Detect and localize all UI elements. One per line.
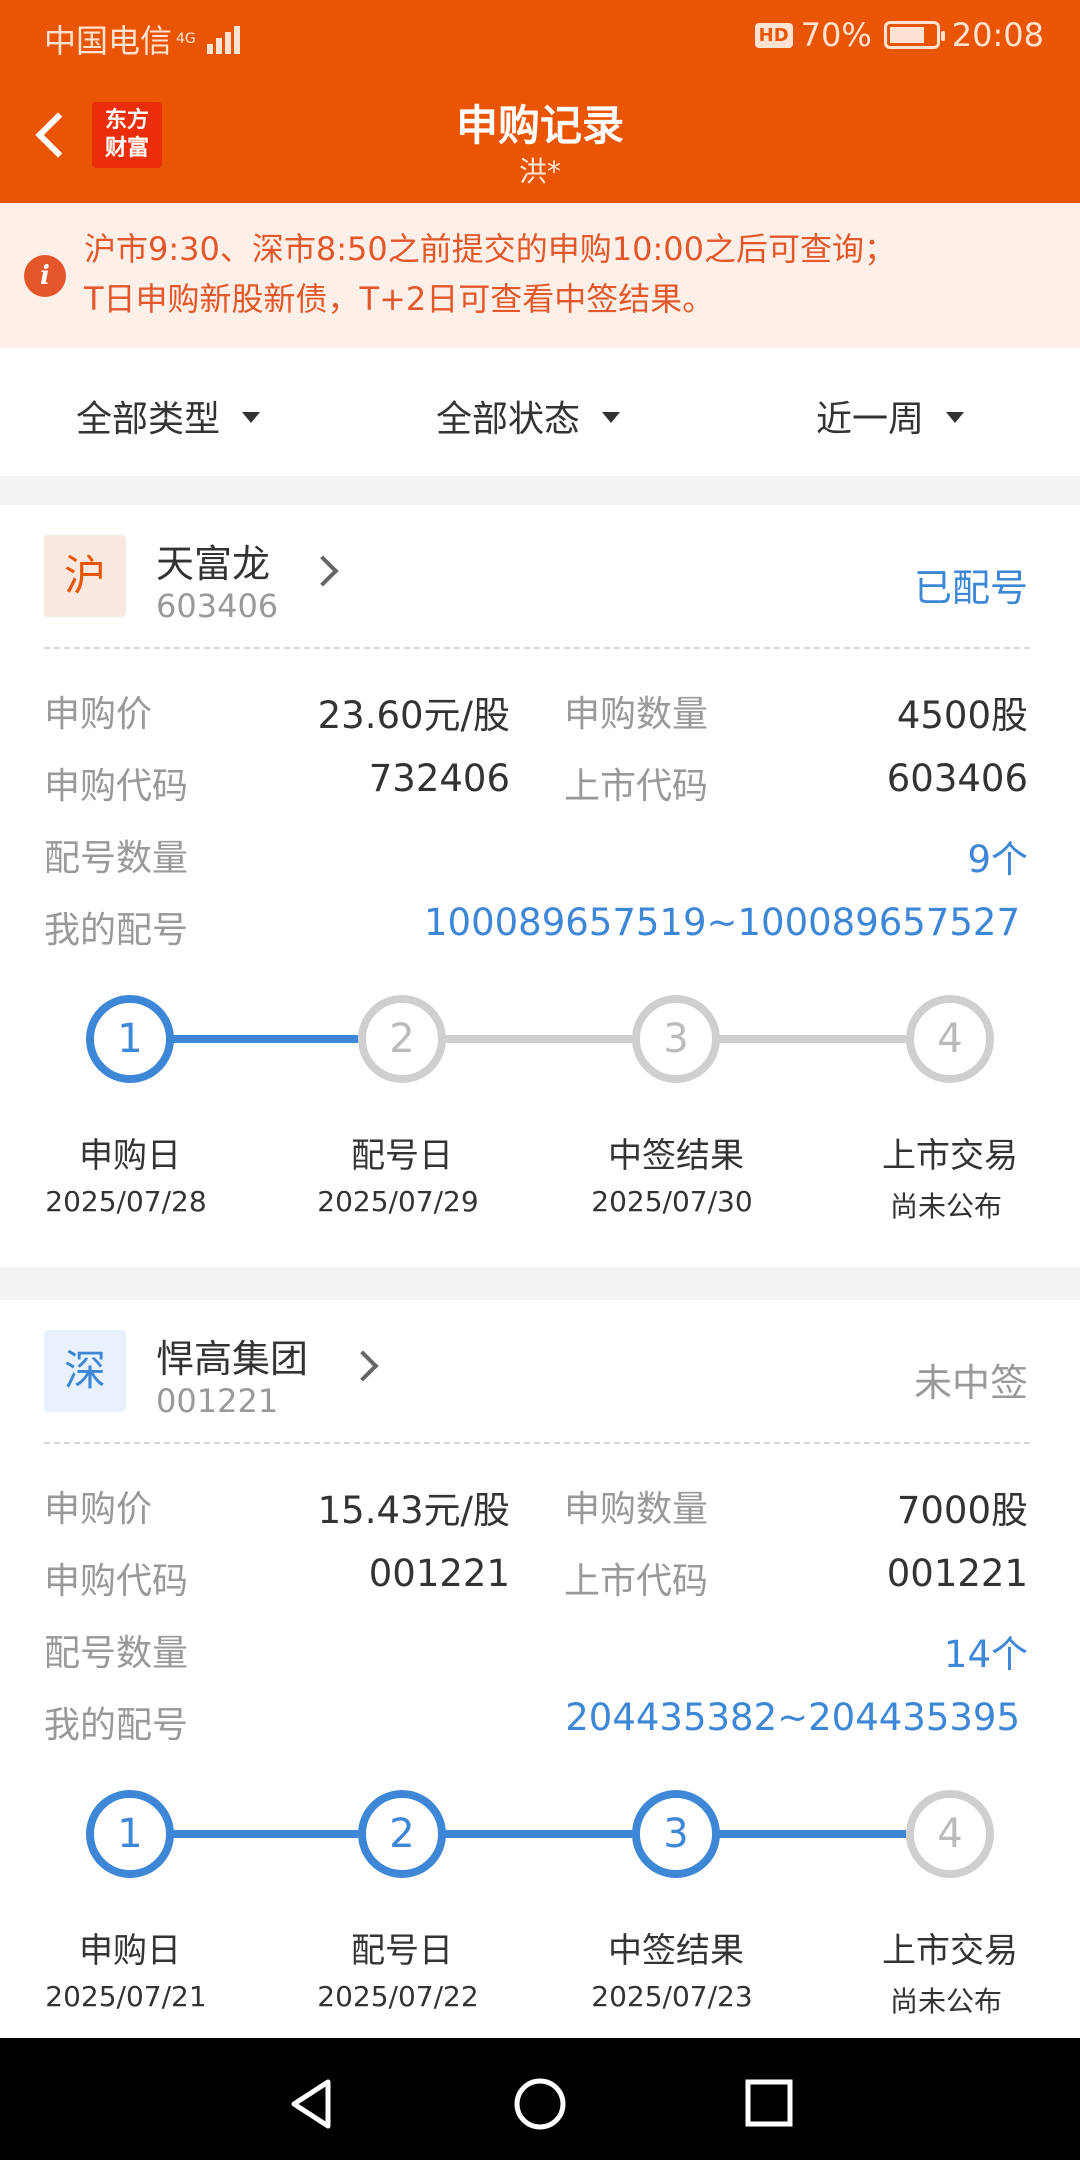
info-icon: i <box>24 255 66 297</box>
my-match-label: 我的配号 <box>44 1705 189 1746</box>
step-4-circle: 4 <box>906 1790 994 1878</box>
match-count-value: 14个 <box>943 1633 1028 1676</box>
price-label: 申购价 <box>44 694 153 735</box>
sub-code-label: 申购代码 <box>44 766 189 807</box>
sub-code-label: 申购代码 <box>44 1561 189 1602</box>
filter-period-dropdown[interactable]: 近一周 <box>816 390 965 442</box>
stock-name[interactable]: 天富龙 <box>156 533 270 588</box>
caret-down-icon <box>946 411 965 423</box>
step-2-date: 2025/07/29 <box>317 1185 479 1218</box>
app-header: 中国电信 4G HD 70% 20:08 东方 财富 申购记录 洪* <box>0 0 1080 203</box>
status-right: HD 70% 20:08 <box>754 16 1044 54</box>
notice-line-2: T日申购新股新债，T+2日可查看中签结果。 <box>84 280 715 318</box>
chevron-right-icon[interactable] <box>347 1350 379 1382</box>
match-count-label: 配号数量 <box>44 838 189 879</box>
system-nav-bar <box>0 2038 1080 2160</box>
status-badge: 已配号 <box>913 566 1028 610</box>
match-count-value: 9个 <box>967 838 1028 881</box>
step-4-name: 上市交易 <box>882 1931 1018 1971</box>
my-match-value: 100089657519~100089657527 <box>424 901 1020 944</box>
list-code-label: 上市代码 <box>564 766 709 807</box>
caret-down-icon <box>602 411 621 423</box>
market-badge: 深 <box>44 1330 126 1412</box>
my-match-value: 204435382~204435395 <box>565 1696 1020 1739</box>
caret-down-icon <box>242 411 261 423</box>
match-count-label: 配号数量 <box>44 1633 189 1674</box>
status-left: 中国电信 4G <box>44 16 240 62</box>
divider <box>44 647 1030 649</box>
price-value: 23.60元/股 <box>317 694 510 737</box>
step-3-name: 中签结果 <box>608 1136 744 1176</box>
step-2-date: 2025/07/22 <box>317 1980 479 2013</box>
quantity-label: 申购数量 <box>564 1489 709 1530</box>
step-1-date: 2025/07/28 <box>45 1185 207 1218</box>
stock-code: 603406 <box>156 587 279 625</box>
step-1-name: 申购日 <box>79 1136 181 1176</box>
notice-line-1: 沪市9:30、深市8:50之前提交的申购10:00之后可查询； <box>84 230 896 268</box>
market-badge: 沪 <box>44 535 126 617</box>
network-type: 4G <box>176 31 196 47</box>
step-3-circle: 3 <box>632 995 720 1083</box>
filter-status-label: 全部状态 <box>436 399 581 440</box>
list-code-label: 上市代码 <box>564 1561 709 1602</box>
price-value: 15.43元/股 <box>317 1489 510 1532</box>
step-3-date: 2025/07/23 <box>591 1980 753 2013</box>
step-3-date: 2025/07/30 <box>591 1185 753 1218</box>
quantity-label: 申购数量 <box>564 694 709 735</box>
step-1-name: 申购日 <box>79 1931 181 1971</box>
chevron-right-icon[interactable] <box>307 555 339 587</box>
subscription-card: 深 悍高集团 001221 未中签 申购价 15.43元/股 申购数量 7000… <box>0 1300 1080 2062</box>
step-3-name: 中签结果 <box>608 1931 744 1971</box>
hd-icon: HD <box>754 22 793 48</box>
price-label: 申购价 <box>44 1489 153 1530</box>
nav-home-icon[interactable] <box>512 2076 568 2132</box>
divider <box>44 1442 1030 1444</box>
quantity-value: 4500股 <box>896 694 1028 737</box>
battery-percent: 70% <box>800 16 872 54</box>
quantity-value: 7000股 <box>896 1489 1028 1532</box>
stock-name[interactable]: 悍高集团 <box>156 1328 308 1383</box>
filter-bar: 全部类型 全部状态 近一周 <box>0 348 1080 476</box>
my-match-label: 我的配号 <box>44 910 189 951</box>
subscription-card: 沪 天富龙 603406 已配号 申购价 23.60元/股 申购数量 4500股… <box>0 505 1080 1267</box>
step-4-name: 上市交易 <box>882 1136 1018 1176</box>
status-bar: 中国电信 4G HD 70% 20:08 <box>0 0 1080 72</box>
step-2-name: 配号日 <box>351 1136 453 1176</box>
filter-type-label: 全部类型 <box>76 399 221 440</box>
battery-icon <box>883 21 945 49</box>
list-code-value: 001221 <box>886 1552 1028 1595</box>
notice-text: 沪市9:30、深市8:50之前提交的申购10:00之后可查询； T日申购新股新债… <box>84 224 1044 324</box>
progress-steps: 1 2 3 4 <box>0 995 1080 1115</box>
status-badge: 未中签 <box>913 1361 1028 1405</box>
step-4-date: 尚未公布 <box>889 1985 1002 2018</box>
step-1-date: 2025/07/21 <box>45 1980 207 2013</box>
filter-period-label: 近一周 <box>816 399 925 440</box>
sub-code-value: 732406 <box>368 757 510 800</box>
clock: 20:08 <box>951 16 1044 54</box>
account-name: 洪* <box>518 155 561 188</box>
signal-icon <box>204 24 240 54</box>
step-1-circle: 1 <box>86 995 174 1083</box>
filter-status-dropdown[interactable]: 全部状态 <box>436 390 621 442</box>
nav-back-icon[interactable] <box>282 2076 342 2132</box>
nav-recents-icon[interactable] <box>744 2078 794 2128</box>
sub-code-value: 001221 <box>368 1552 510 1595</box>
list-code-value: 603406 <box>886 757 1028 800</box>
step-2-circle: 2 <box>358 1790 446 1878</box>
filter-type-dropdown[interactable]: 全部类型 <box>76 390 261 442</box>
step-1-circle: 1 <box>86 1790 174 1878</box>
step-2-circle: 2 <box>358 995 446 1083</box>
step-3-circle: 3 <box>632 1790 720 1878</box>
stock-code: 001221 <box>156 1382 279 1420</box>
carrier-name: 中国电信 <box>44 22 173 60</box>
progress-steps: 1 2 3 4 <box>0 1790 1080 1910</box>
step-4-circle: 4 <box>906 995 994 1083</box>
page-title: 申购记录 <box>455 101 624 150</box>
step-4-date: 尚未公布 <box>889 1190 1002 1223</box>
step-2-name: 配号日 <box>351 1931 453 1971</box>
